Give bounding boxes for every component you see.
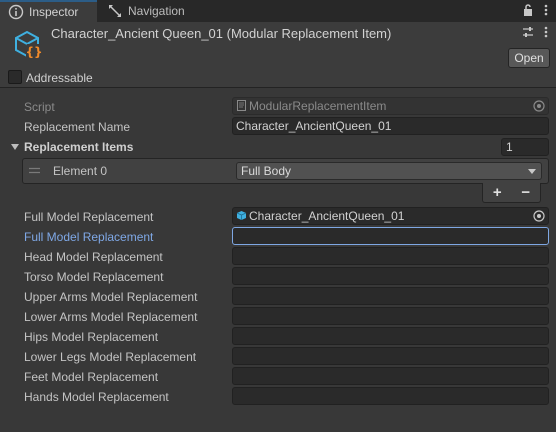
addressable-checkbox[interactable]	[8, 70, 22, 84]
tab-inspector[interactable]: Inspector	[0, 0, 97, 22]
replacement-name-label: Replacement Name	[24, 120, 131, 134]
replacement-items-label[interactable]: Replacement Items	[24, 140, 133, 154]
tab-navigation-label: Navigation	[128, 4, 185, 18]
lock-icon[interactable]	[522, 3, 534, 17]
addressable-label: Addressable	[26, 71, 93, 85]
tab-navigation[interactable]: Navigation	[99, 0, 199, 22]
inspector-header: {} Character_Ancient Queen_01 (Modular R…	[0, 22, 556, 88]
tab-bar: Inspector Navigation	[0, 0, 556, 22]
drag-handle-icon[interactable]	[29, 167, 40, 174]
model-text-field[interactable]	[232, 307, 549, 325]
navigation-icon	[109, 5, 121, 17]
model-text-field[interactable]	[232, 267, 549, 285]
replacement-items-count[interactable]: 1	[501, 138, 549, 156]
add-element-button[interactable]: +	[487, 185, 507, 200]
info-icon	[8, 4, 24, 20]
svg-text:{}: {}	[25, 45, 42, 59]
model-row-label: Head Model Replacement	[24, 250, 163, 264]
chevron-down-icon	[528, 169, 536, 174]
remove-element-button[interactable]: −	[516, 185, 536, 200]
object-picker-icon[interactable]	[533, 210, 545, 222]
model-text-field[interactable]	[232, 287, 549, 305]
scriptable-object-icon: {}	[15, 30, 43, 59]
more-options-icon[interactable]	[544, 26, 548, 38]
model-row-label: Lower Legs Model Replacement	[24, 350, 197, 364]
model-text-field[interactable]	[232, 387, 549, 405]
model-row-label: Lower Arms Model Replacement	[24, 310, 198, 324]
model-row-label: Full Model Replacement	[24, 230, 154, 244]
asset-title: Character_Ancient Queen_01 (Modular Repl…	[51, 26, 392, 41]
model-row-label: Hips Model Replacement	[24, 330, 159, 344]
replacement-name-field[interactable]: Character_AncientQueen_01	[232, 117, 549, 135]
model-text-field[interactable]	[232, 367, 549, 385]
model-row-label: Torso Model Replacement	[24, 270, 164, 284]
model-text-field[interactable]	[232, 327, 549, 345]
preset-icon[interactable]	[522, 26, 534, 38]
list-footer: + −	[482, 183, 541, 203]
model-row-label: Full Model Replacement	[24, 210, 154, 224]
prefab-icon	[236, 211, 247, 220]
script-file-icon	[237, 100, 246, 111]
open-button[interactable]: Open	[508, 48, 550, 68]
element-0-value: Full Body	[241, 164, 292, 178]
model-text-field[interactable]	[232, 247, 549, 265]
script-label: Script	[24, 100, 55, 114]
tab-inspector-label: Inspector	[29, 5, 79, 19]
more-options-icon[interactable]	[544, 3, 548, 17]
script-field: ModularReplacementItem	[232, 97, 549, 115]
script-value: ModularReplacementItem	[249, 99, 387, 113]
model-text-field[interactable]	[232, 347, 549, 365]
object-picker-icon	[533, 100, 545, 112]
model-row-label: Upper Arms Model Replacement	[24, 290, 198, 304]
model-row-label: Feet Model Replacement	[24, 370, 159, 384]
foldout-arrow-icon[interactable]	[10, 142, 20, 152]
model-field-value: Character_AncientQueen_01	[249, 209, 405, 223]
full-model-object-field[interactable]: Character_AncientQueen_01	[232, 207, 549, 225]
element-0-label: Element 0	[53, 164, 108, 178]
model-text-field[interactable]	[232, 227, 549, 245]
model-row-label: Hands Model Replacement	[24, 390, 169, 404]
element-0-dropdown[interactable]: Full Body	[236, 162, 542, 180]
